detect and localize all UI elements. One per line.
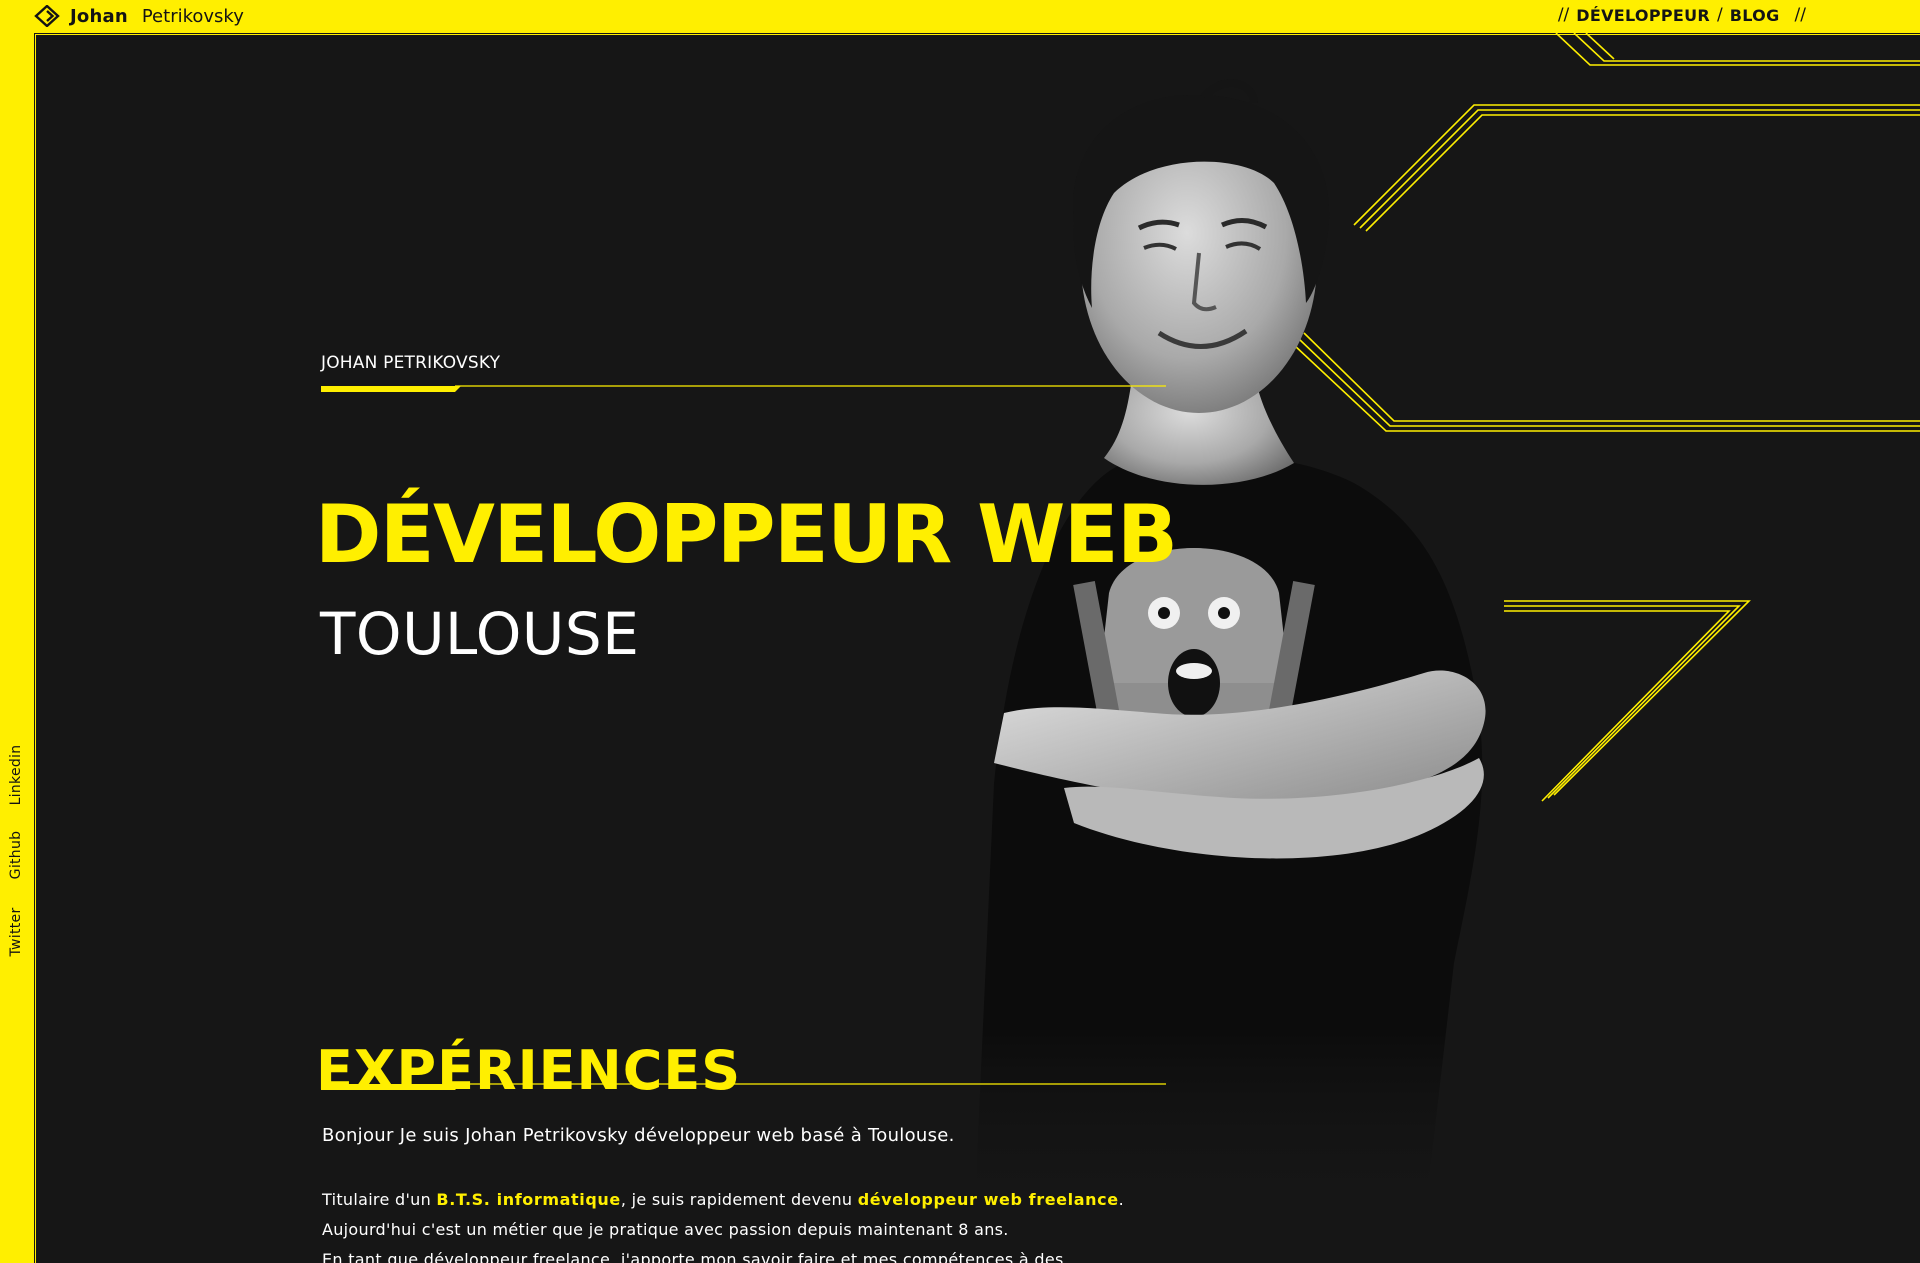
- social-link-github[interactable]: Github: [8, 831, 24, 880]
- nav-link-developpeur[interactable]: DÉVELOPPEUR: [1576, 6, 1710, 25]
- nav-separator: /: [1717, 5, 1723, 25]
- nav-separator: //: [1794, 5, 1806, 25]
- main-nav: // DÉVELOPPEUR / BLOG //: [1558, 5, 1806, 25]
- nav-link-blog[interactable]: BLOG: [1730, 6, 1780, 25]
- nav-separator: //: [1557, 5, 1570, 25]
- hero-overline: JOHAN PETRIKOVSKY: [321, 353, 501, 373]
- highlight-bts: B.T.S. informatique: [436, 1190, 621, 1209]
- highlight-freelance: développeur web freelance: [857, 1190, 1119, 1209]
- social-rail: Linkedin Github Twitter: [0, 0, 33, 1263]
- experiences-intro: Bonjour Je suis Johan Petrikovsky dévelo…: [322, 1125, 955, 1146]
- social-link-twitter[interactable]: Twitter: [8, 907, 24, 956]
- hero-headline: DÉVELOPPEUR WEB: [315, 488, 1178, 581]
- experiences-line-1: Titulaire d'un B.T.S. informatique, je s…: [322, 1185, 1142, 1215]
- experiences-line-2: Aujourd'hui c'est un métier que je prati…: [322, 1220, 1009, 1239]
- brand-home-link[interactable]: Johan Petrikovsky: [34, 3, 244, 29]
- text-span: .: [1118, 1190, 1125, 1209]
- top-bar: Johan Petrikovsky // DÉVELOPPEUR / BLOG …: [0, 0, 1920, 32]
- hero-subline: TOULOUSE: [320, 600, 640, 668]
- text-span: , je suis rapidement devenu: [620, 1190, 858, 1209]
- text-span: Titulaire d'un: [322, 1190, 437, 1209]
- social-link-linkedin[interactable]: Linkedin: [8, 745, 24, 806]
- experiences-line-3: En tant que développeur freelance, j'app…: [322, 1250, 1064, 1263]
- brand-last-name: Petrikovsky: [141, 5, 244, 27]
- portrait-photo: [974, 78, 1486, 1223]
- hero-stage: JOHAN PETRIKOVSKY DÉVELOPPEUR WEB TOULOU…: [33, 32, 1920, 1263]
- diamond-logo-icon: [34, 5, 60, 27]
- experiences-paragraph: Titulaire d'un B.T.S. informatique, je s…: [322, 1185, 1142, 1263]
- brand-first-name: Johan: [70, 5, 128, 27]
- overline-underline-rule: [321, 385, 1166, 392]
- experiences-underline-rule: [321, 1083, 1166, 1090]
